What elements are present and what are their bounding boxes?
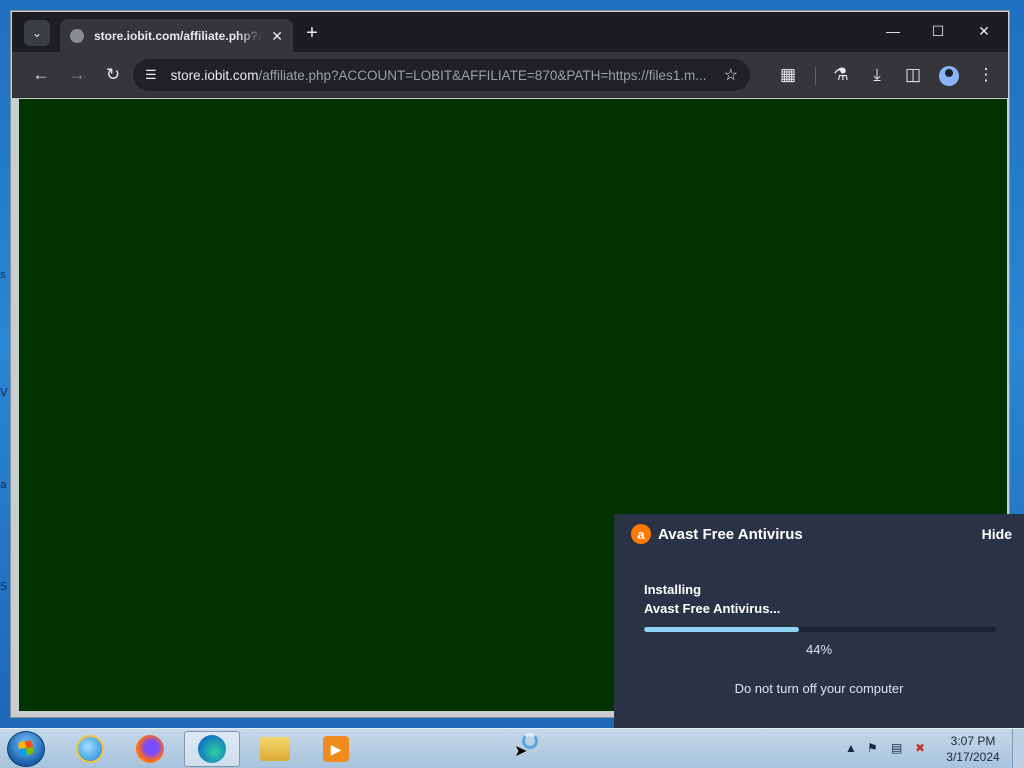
desktop-edge-text: V — [0, 386, 8, 399]
network-icon[interactable]: ▤ — [891, 741, 902, 755]
new-tab-button[interactable]: + — [300, 21, 324, 45]
install-status: Installing — [644, 582, 702, 597]
labs-flask-icon[interactable]: ⚗ — [827, 62, 855, 88]
clock-time: 3:07 PM — [950, 734, 996, 748]
address-bar[interactable]: ☰ store.iobit.com/affiliate.php?ACCOUNT=… — [133, 59, 750, 91]
edge-icon — [198, 735, 226, 763]
internet-explorer-icon — [76, 735, 104, 763]
windows-logo-icon — [18, 740, 34, 756]
taskbar-explorer[interactable] — [247, 731, 303, 767]
desktop-edge-text: S — [0, 580, 7, 593]
globe-icon — [70, 29, 84, 43]
reload-button[interactable]: ↻ — [99, 62, 127, 88]
progress-bar — [644, 627, 996, 632]
taskbar-edge[interactable] — [184, 731, 240, 767]
side-panel-icon[interactable]: ◫ — [899, 62, 927, 88]
bookmark-star-icon[interactable]: ☆ — [724, 65, 738, 85]
avast-logo-icon: a — [631, 524, 651, 544]
profile-avatar-icon[interactable] — [939, 66, 959, 86]
tab-active[interactable]: store.iobit.com/affiliate.php?ACCOUNT=LO… — [60, 19, 293, 53]
back-button[interactable]: ← — [27, 62, 55, 88]
progress-percent: 44% — [805, 642, 833, 657]
taskbar: ▶ ▲ ⚑ ▤ ✖ 3:07 PM 3/17/2024 — [0, 728, 1024, 768]
clock-date: 3/17/2024 — [946, 750, 1000, 764]
desktop-edge-text: a — [0, 478, 7, 491]
taskbar-firefox[interactable] — [122, 731, 178, 767]
site-info-icon[interactable]: ☰ — [145, 67, 157, 83]
media-player-icon: ▶ — [323, 736, 349, 762]
progress-fill — [644, 627, 799, 632]
warning-note: Do not turn off your computer — [734, 681, 904, 696]
toast-title: Avast Free Antivirus — [658, 526, 803, 543]
avast-install-toast: a Avast Free Antivirus Hide Installing A… — [614, 514, 1024, 728]
show-hidden-icons[interactable]: ▲ — [845, 741, 857, 755]
maximize-button[interactable]: ☐ — [915, 16, 961, 46]
folder-icon — [260, 737, 290, 761]
busy-spinner-icon — [522, 733, 538, 749]
forward-button[interactable]: → — [63, 62, 91, 88]
tab-title: store.iobit.com/affiliate.php?ACCOUNT=LO… — [94, 29, 262, 43]
taskbar-media-player[interactable]: ▶ — [308, 731, 364, 767]
close-tab-icon[interactable]: ✕ — [271, 28, 283, 45]
minimize-button[interactable]: — — [870, 16, 916, 46]
volume-muted-icon[interactable]: ✖ — [915, 741, 925, 755]
firefox-icon — [136, 735, 164, 763]
close-window-button[interactable]: ✕ — [961, 16, 1007, 46]
download-icon[interactable]: ⤓ — [863, 62, 891, 88]
tab-search-button[interactable]: ⌄ — [24, 20, 50, 46]
action-center-flag-icon[interactable]: ⚑ — [867, 741, 878, 755]
browser-toolbar: ← → ↻ ☰ store.iobit.com/affiliate.php?AC… — [12, 52, 1008, 98]
system-clock[interactable]: 3:07 PM 3/17/2024 — [938, 733, 1008, 765]
menu-kebab-icon[interactable]: ⋮ — [972, 62, 1000, 88]
show-desktop-button[interactable] — [1012, 729, 1024, 768]
hide-button[interactable]: Hide — [982, 526, 1012, 542]
toolbar-divider — [815, 67, 816, 85]
chevron-down-icon: ⌄ — [31, 26, 43, 40]
desktop-edge-text: s — [0, 268, 6, 281]
install-product: Avast Free Antivirus... — [644, 601, 781, 616]
extensions-icon[interactable]: ▦ — [774, 62, 802, 88]
tab-strip: ⌄ store.iobit.com/affiliate.php?ACCOUNT=… — [12, 12, 1008, 53]
taskbar-ie[interactable] — [62, 731, 118, 767]
url-text[interactable]: store.iobit.com/affiliate.php?ACCOUNT=LO… — [171, 68, 716, 83]
start-button[interactable] — [7, 731, 45, 767]
